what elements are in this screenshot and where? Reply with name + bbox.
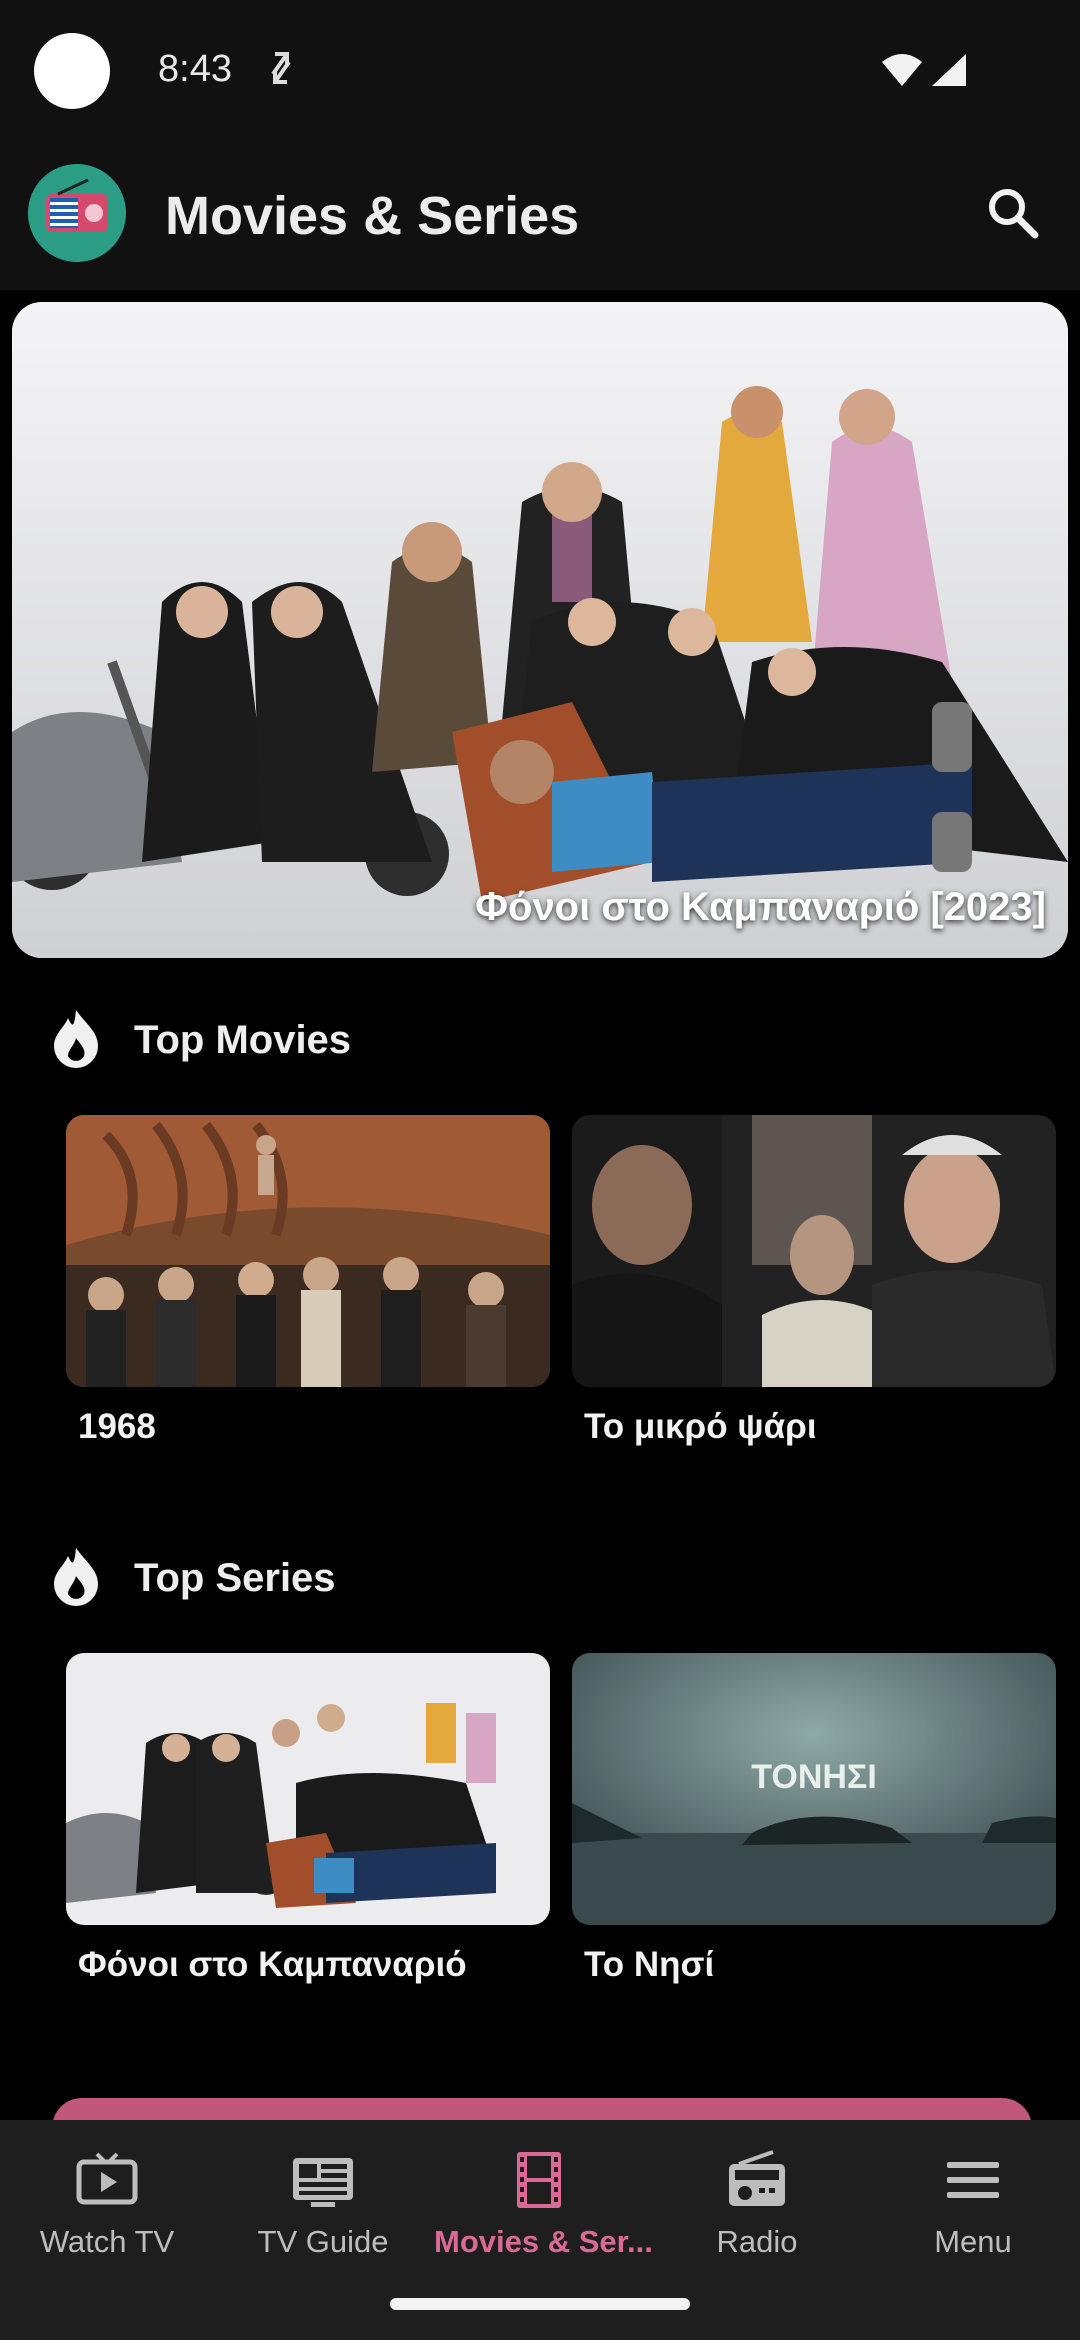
status-time: 8:43 — [158, 48, 232, 90]
nav-item-watch-tv[interactable]: Watch TV — [2, 2150, 212, 2260]
home-indicator[interactable] — [390, 2298, 690, 2310]
film-icon — [517, 2152, 561, 2208]
movie-title: Το μικρό ψάρι — [584, 1407, 817, 1446]
status-bar: 8:43 — [0, 0, 1080, 145]
series-thumbnail — [66, 1653, 550, 1925]
nav-item-menu[interactable]: Menu — [868, 2150, 1078, 2260]
radio-icon — [729, 2150, 785, 2206]
app-logo[interactable] — [28, 164, 126, 262]
nav-item-tv-guide[interactable]: TV Guide — [218, 2150, 428, 2260]
series-card[interactable]: ΤΟΝΗΣΙ Το Νησί — [572, 1653, 1056, 1985]
wifi-icon — [882, 54, 922, 86]
section-title: Top Movies — [134, 1018, 352, 1062]
flame-icon — [54, 1548, 98, 1606]
poster-logo-text: ΤΟΝΗΣΙ — [751, 1758, 877, 1796]
app-bar: Movies & Series — [0, 145, 1080, 290]
movie-title: 1968 — [78, 1407, 156, 1446]
nav-label: Radio — [716, 2224, 798, 2259]
camera-cutout — [34, 33, 110, 109]
page-title: Movies & Series — [165, 186, 580, 246]
nav-label: TV Guide — [257, 2224, 389, 2259]
series-title: Φόνοι στο Καμπαναριό — [78, 1945, 467, 1984]
featured-poster-image — [12, 302, 1068, 958]
flame-icon — [54, 1010, 98, 1068]
nav-item-radio[interactable]: Radio — [652, 2150, 862, 2260]
nav-item-movies-series[interactable]: Movies & Ser... — [434, 2150, 653, 2260]
movie-thumbnail — [66, 1115, 550, 1387]
section-title: Top Series — [134, 1556, 336, 1600]
search-icon[interactable] — [985, 185, 1041, 241]
movie-card[interactable]: Το μικρό ψάρι — [572, 1115, 1056, 1447]
series-thumbnail: ΤΟΝΗΣΙ — [572, 1653, 1056, 1925]
movie-card[interactable]: 1968 — [66, 1115, 550, 1447]
phone-screen: 8:43 Movies & Series Φόνοι στο Καμπαναρι… — [0, 0, 1080, 2340]
tv-guide-icon — [293, 2158, 353, 2207]
cellular-signal-icon — [932, 54, 966, 86]
menu-icon — [947, 2162, 999, 2198]
series-card[interactable]: Φόνοι στο Καμπαναριό — [66, 1653, 550, 1985]
nav-label: Menu — [934, 2224, 1012, 2259]
series-title: Το Νησί — [584, 1945, 715, 1984]
nav-label: Watch TV — [39, 2224, 175, 2259]
featured-title: Φόνοι στο Καμπαναριό [2023] — [475, 885, 1046, 929]
nav-label: Movies & Ser... — [434, 2224, 653, 2259]
featured-banner[interactable]: Φόνοι στο Καμπαναριό [2023] — [12, 302, 1068, 958]
movie-thumbnail — [572, 1115, 1056, 1387]
sync-icon — [271, 52, 291, 84]
tv-play-icon — [76, 2152, 138, 2205]
